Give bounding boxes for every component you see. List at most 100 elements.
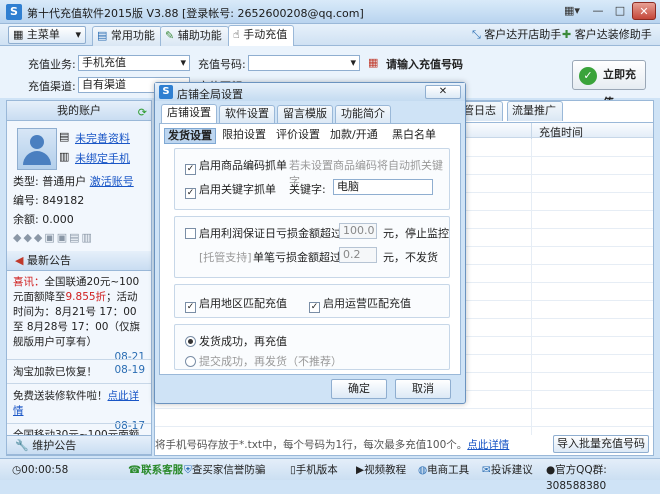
- tab-manual-recharge[interactable]: ☝ 手动充值: [228, 25, 295, 47]
- clock-icon: ◷: [12, 464, 22, 476]
- menu-icon: ▦: [13, 28, 27, 41]
- tab-common[interactable]: ▤ 常用功能: [92, 26, 162, 46]
- charge-now-button[interactable]: ✓ 立即充值: [572, 60, 646, 109]
- number-input[interactable]: ▾: [248, 55, 360, 71]
- subtab-shipping[interactable]: 发货设置: [164, 128, 216, 144]
- skin-menu-button[interactable]: ▦▾: [560, 2, 584, 20]
- account-id: 编号: 849182: [13, 194, 85, 207]
- refresh-icon[interactable]: ⟳: [138, 103, 147, 122]
- announcement-item[interactable]: 淘宝加款已恢复！ 08-19: [13, 364, 145, 379]
- app-logo-icon: S: [6, 4, 22, 20]
- tool-icon: ✚: [562, 28, 575, 41]
- window-title: 第十代充值软件2015版 V3.88 [登录帐号: 2652600208@qq.…: [27, 7, 364, 20]
- business-label: 充值业务:: [28, 58, 76, 71]
- subtab-black-white-list[interactable]: 黑白名单: [392, 128, 436, 142]
- maintenance-notice[interactable]: 🔧 维护公告: [7, 435, 151, 455]
- carrier-match-checkbox[interactable]: ✓ 启用运营匹配充值: [309, 295, 411, 313]
- decor-helper-link[interactable]: ✚ 客户达装修助手: [562, 27, 652, 43]
- video-icon: ▶: [356, 464, 365, 476]
- feedback-link[interactable]: ✉投诉建议: [482, 462, 533, 478]
- number-label: 充值号码:: [198, 58, 246, 71]
- keyword-checkbox[interactable]: ✓ 启用关键字抓单: [185, 181, 276, 199]
- announcement-item[interactable]: 喜讯：全国联通20元~100元面额降至9.855折；活动时间为：8月21号 17…: [13, 275, 145, 365]
- subtab-rating[interactable]: 评价设置: [276, 128, 320, 142]
- channel-label: 充值渠道:: [28, 80, 76, 93]
- daily-loss-label: 日亏损金额超过: [265, 227, 342, 240]
- dialog-body: 发货设置 限拍设置 评价设置 加款/开通 黑白名单 ✓ 启用商品编码抓单 若未设置…: [159, 123, 461, 375]
- business-select[interactable]: 手机充值 ▾: [78, 55, 190, 71]
- dialog-title: 店铺全局设置: [177, 88, 243, 101]
- close-button[interactable]: ✕: [632, 2, 656, 20]
- maximize-button[interactable]: □: [610, 2, 630, 20]
- dtab-store[interactable]: 店铺设置: [161, 104, 217, 124]
- elapsed-time: ◷00:00:58: [12, 464, 69, 476]
- announcement-header: ◀ 最新公告: [7, 251, 151, 271]
- mobile-version-link[interactable]: ▯手机版本: [290, 462, 338, 478]
- official-qq-group[interactable]: ●官方QQ群: 308588380: [546, 462, 660, 494]
- submit-first-radio[interactable]: 提交成功，再发货（不推荐）: [185, 353, 342, 369]
- single-loss-stepper[interactable]: 0.2: [339, 247, 377, 263]
- details-link[interactable]: 点此详情: [467, 439, 509, 451]
- bind-phone-link[interactable]: 未绑定手机: [75, 150, 130, 166]
- product-code-checkbox[interactable]: ✓ 启用商品编码抓单: [185, 157, 287, 175]
- profit-guarantee-checkbox[interactable]: 启用利润保证: [185, 225, 265, 241]
- grid-icon: ▤: [97, 29, 111, 42]
- dtab-software[interactable]: 软件设置: [219, 105, 275, 123]
- phone-icon: ▥: [59, 150, 70, 163]
- cancel-button[interactable]: 取消: [395, 379, 451, 399]
- import-numbers-button[interactable]: 导入批量充值号码: [553, 435, 649, 453]
- store-settings-dialog: S 店铺全局设置 ✕ 店铺设置 软件设置 留言模版 功能简介 发货设置 限拍设置…: [154, 82, 466, 404]
- resize-icon: ⤡: [472, 28, 485, 41]
- complete-profile-link[interactable]: 未完善资料: [75, 130, 130, 146]
- calendar-icon: ▦: [368, 56, 379, 69]
- edit-icon: ✎: [165, 29, 178, 42]
- buyer-credit-link[interactable]: ⛨查买家信誉防骗: [184, 462, 265, 478]
- title-bar: S 第十代充值软件2015版 V3.88 [登录帐号: 2652600208@q…: [0, 0, 660, 24]
- number-hint: 请输入充值号码: [386, 58, 463, 71]
- match-settings-group: ✓ 启用地区匹配充值 ✓ 启用运营匹配充值: [174, 284, 450, 318]
- tab-assist[interactable]: ✎ 辅助功能: [160, 26, 229, 46]
- region-match-checkbox[interactable]: ✓ 启用地区匹配充值: [185, 295, 287, 313]
- level-badges-icon: ◆◆◆▣▣▤▥: [13, 231, 94, 244]
- single-loss-label: 单笔亏损金额超过: [253, 251, 341, 264]
- profile-icon: ▤: [59, 130, 70, 143]
- ship-first-radio[interactable]: 发货成功，再充值: [185, 333, 287, 349]
- account-header: 我的账户 ⟳: [7, 101, 151, 121]
- minimize-button[interactable]: —: [588, 2, 608, 20]
- shop-helper-link[interactable]: ⤡ 客户达开店助手: [472, 27, 561, 43]
- dtab-message-template[interactable]: 留言模版: [277, 105, 333, 123]
- qq-icon: ●: [546, 464, 556, 476]
- check-icon: ✓: [579, 67, 597, 85]
- globe-icon: ◍: [418, 464, 428, 476]
- shield-icon: ⛨: [184, 464, 192, 476]
- account-type: 类型: 普通用户 激活账号: [13, 175, 134, 188]
- keyword-input[interactable]: 电脑: [333, 179, 433, 195]
- activate-account-link[interactable]: 激活账号: [90, 175, 134, 188]
- chevron-down-icon: ▾: [350, 56, 356, 69]
- daily-loss-stepper[interactable]: 100.0: [339, 223, 377, 239]
- bulk-hint: 将手机号码存放于*.txt中，每个号码为1行，每次最多充值100个。点此详情: [155, 439, 510, 451]
- hand-icon: ☝: [233, 28, 244, 41]
- account-panel: 我的账户 ⟳ ▤ 未完善资料 ▥ 未绑定手机 类型: 普通用户 激活账号 编号:…: [6, 100, 152, 456]
- ecommerce-tools-link[interactable]: ◍电商工具: [418, 462, 469, 478]
- app-logo-icon: S: [159, 85, 173, 99]
- subtab-purchase-limit[interactable]: 限拍设置: [222, 128, 266, 142]
- recharge-time-header[interactable]: 充值时间: [539, 124, 583, 140]
- dtab-features[interactable]: 功能简介: [335, 105, 391, 123]
- dialog-close-button[interactable]: ✕: [425, 85, 461, 99]
- chevron-down-icon: ▾: [75, 28, 81, 41]
- video-tutorial-link[interactable]: ▶视频教程: [356, 462, 406, 478]
- avatar: [17, 128, 57, 170]
- account-balance: 余额: 0.000: [13, 213, 74, 226]
- tab-traffic[interactable]: 流量推广: [507, 101, 563, 121]
- daily-loss-action: 元，停止监控: [383, 227, 449, 240]
- managed-support-tag: [托管支持]: [199, 251, 252, 264]
- main-menu-button[interactable]: ▦ 主菜单 ▾: [8, 26, 86, 44]
- contact-support-link[interactable]: ☎联系客服: [128, 462, 183, 478]
- toolbar: ▦ 主菜单 ▾ ▤ 常用功能 ✎ 辅助功能 ☝ 手动充值 ⤡ 客户达开店助手 ✚ …: [0, 24, 660, 47]
- status-bar: ◷00:00:58 ☎联系客服 ⛨查买家信誉防骗 ▯手机版本 ▶视频教程 ◍电商…: [0, 458, 660, 492]
- keyword-label: 关键字:: [289, 183, 326, 196]
- speaker-icon: ◀: [15, 254, 27, 267]
- ok-button[interactable]: 确定: [331, 379, 387, 399]
- subtab-funding[interactable]: 加款/开通: [330, 128, 378, 142]
